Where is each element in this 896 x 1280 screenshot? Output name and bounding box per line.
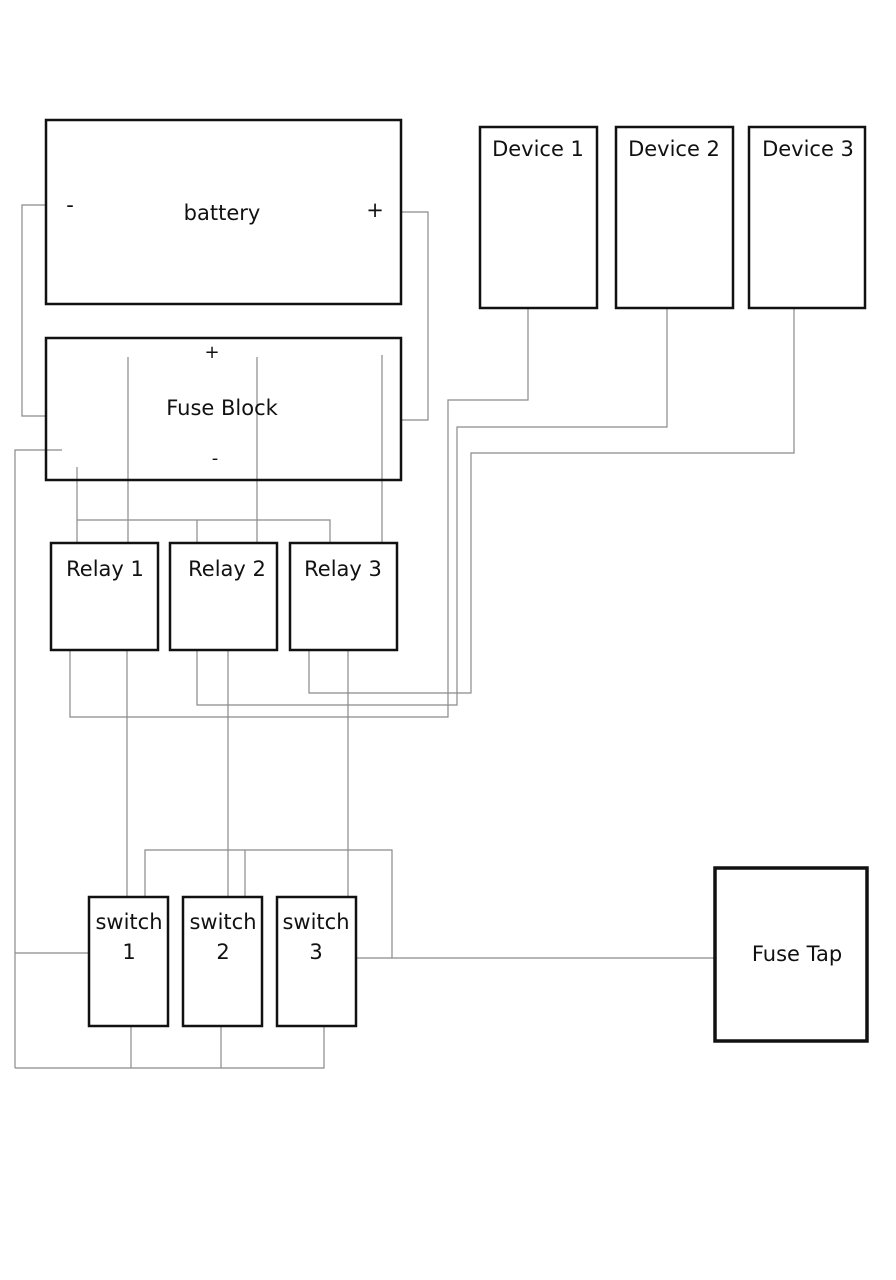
device-2-label: Device 2 [628,137,720,161]
device-2: Device 2 [614,125,735,310]
battery-label: battery [184,201,261,225]
switch-2-label: switch [189,910,256,934]
relay-1: Relay 1 [49,541,160,652]
switch-3-number: 3 [309,940,322,964]
switch-2-number: 2 [216,940,229,964]
switch-1: switch 1 [87,895,170,1028]
fuse-block-label: Fuse Block [166,396,278,420]
switch-1-number: 1 [122,940,135,964]
wire-relay1-to-device1 [69,308,529,718]
battery-negative-terminal: - [66,193,74,217]
device-1: Device 1 [478,125,599,310]
fuse-tap-label: Fuse Tap [752,942,842,966]
device-1-label: Device 1 [492,137,584,161]
battery-positive-terminal: + [366,198,384,222]
wire-battery-pos-to-fuse [401,211,429,421]
switch-1-label: switch [95,910,162,934]
relay-3-label: Relay 3 [304,557,382,581]
relay-2: Relay 2 [168,541,279,652]
device-3: Device 3 [747,125,867,310]
switch-3-label: switch [282,910,349,934]
relay-3: Relay 3 [288,541,399,652]
fuse-block-negative: - [212,448,219,469]
device-3-label: Device 3 [762,137,854,161]
wire-relay-ground-bus [77,519,331,543]
fuse-tap: Fuse Tap [713,866,869,1043]
switch-2: switch 2 [181,895,264,1028]
battery: battery - + [44,118,403,306]
relay-2-label: Relay 2 [188,557,266,581]
fuse-block-positive: + [204,342,219,363]
wire-switch-ground-bus [15,1026,325,1069]
fuse-block: Fuse Block + - [44,336,403,482]
wiring-diagram: battery - + Fuse Block + - Device 1 Devi… [14,118,869,1069]
wire-battery-neg-to-fuse [21,204,46,417]
switch-3: switch 3 [275,895,358,1028]
relay-1-label: Relay 1 [66,557,144,581]
